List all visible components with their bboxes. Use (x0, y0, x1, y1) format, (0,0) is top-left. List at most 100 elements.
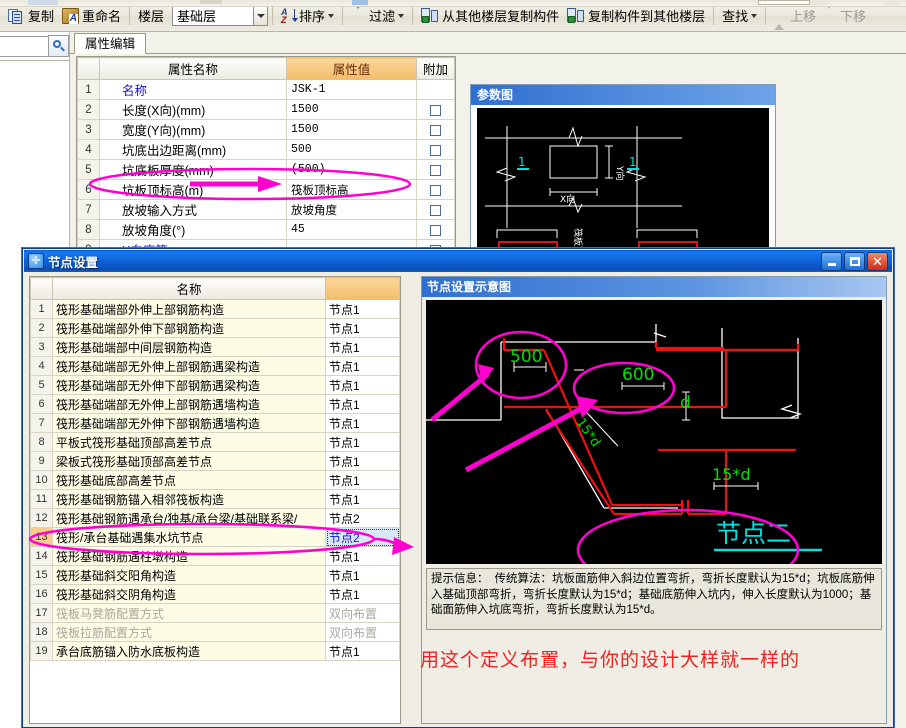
row-property-value[interactable]: 1500 (286, 99, 417, 120)
sort-icon: AZ (281, 7, 299, 24)
filter-chevron-down-icon[interactable] (398, 13, 405, 18)
attach-checkbox[interactable] (430, 144, 441, 156)
row-node-value[interactable]: 节点1 (325, 318, 400, 338)
row-node-value[interactable]: 节点1 (325, 432, 400, 452)
row-property-value[interactable]: 45 (286, 219, 417, 240)
row-index: 1 (30, 299, 53, 319)
row-node-value[interactable]: 节点1 (325, 299, 400, 319)
attach-checkbox[interactable] (430, 104, 441, 116)
row-node-value[interactable]: 节点1 (325, 356, 400, 376)
row-node-name: 筏形/承台基础遇集水坑节点 (52, 527, 326, 547)
row-node-value[interactable]: 节点2 (325, 527, 400, 547)
table-row[interactable]: 4 筏形基础端部无外伸上部钢筋遇梁构造 节点1 (30, 356, 400, 376)
table-row[interactable]: 5 坑底板厚度(mm) (500) (77, 159, 455, 180)
table-row[interactable]: 1 名称 JSK-1 (77, 79, 455, 100)
row-property-value[interactable]: 1500 (286, 119, 417, 140)
find-chevron-down-icon[interactable] (751, 13, 758, 18)
row-node-value[interactable]: 节点1 (325, 546, 400, 566)
row-node-value[interactable]: 节点1 (325, 584, 400, 604)
table-row[interactable]: 14 筏形基础钢筋遇柱墩构造 节点1 (30, 546, 400, 566)
table-row[interactable]: 17 筏板马凳筋配置方式 双向布置 (30, 603, 400, 623)
table-row[interactable]: 12 筏形基础钢筋遇承台/独基/承台梁/基础联系梁/节点2 (30, 508, 400, 528)
table-row[interactable]: 18 筏板拉筋配置方式 双向布置 (30, 622, 400, 642)
table-row[interactable]: 2 长度(X向)(mm) 1500 (77, 99, 455, 120)
row-node-value[interactable]: 节点1 (325, 375, 400, 395)
row-node-value[interactable]: 节点1 (325, 413, 400, 433)
close-icon[interactable]: ✕ (867, 251, 888, 271)
floor-combo[interactable]: 基础层 (172, 5, 269, 26)
attach-checkbox[interactable] (430, 164, 441, 176)
table-row[interactable]: 13 筏形/承台基础遇集水坑节点 节点2 (30, 527, 400, 547)
table-row[interactable]: 7 放坡输入方式 放坡角度 (77, 199, 455, 220)
row-attach-cell[interactable] (416, 159, 455, 180)
row-node-value[interactable]: 节点1 (325, 337, 400, 357)
row-attach-cell[interactable] (416, 199, 455, 220)
table-row[interactable]: 8 放坡角度(°) 45 (77, 219, 455, 240)
row-node-name: 筏板马凳筋配置方式 (52, 603, 326, 623)
row-property-value[interactable]: JSK-1 (286, 79, 417, 100)
toolbar-filter-label: 过滤 (369, 9, 396, 24)
table-row[interactable]: 6 坑板顶标高(m) 筏板顶标高 (77, 179, 455, 200)
attach-checkbox[interactable] (430, 224, 441, 236)
table-row[interactable]: 3 筏形基础端部中间层钢筋构造 节点1 (30, 337, 400, 357)
row-index: 8 (77, 219, 100, 240)
table-row[interactable]: 16 筏形基础斜交阴角构造 节点1 (30, 584, 400, 604)
row-node-value[interactable]: 节点1 (325, 451, 400, 471)
attach-checkbox[interactable] (430, 204, 441, 216)
row-property-value[interactable]: 筏板顶标高 (286, 179, 417, 200)
tab-property-editor[interactable]: 属性编辑 (74, 33, 147, 54)
row-property-value[interactable]: (500) (286, 159, 417, 180)
table-row[interactable]: 9 梁板式筏形基础顶部高差节点 节点1 (30, 451, 400, 471)
table-row[interactable]: 8 平板式筏形基础顶部高差节点 节点1 (30, 432, 400, 452)
search-input[interactable] (0, 35, 48, 57)
table-row[interactable]: 11 筏形基础钢筋锚入相邻筏板构造 节点1 (30, 489, 400, 509)
table-row[interactable]: 7 筏形基础端部无外伸下部钢筋遇墙构造 节点1 (30, 413, 400, 433)
minimize-icon[interactable] (821, 251, 842, 271)
floor-combo-arrow[interactable] (253, 5, 269, 26)
dialog-titlebar[interactable]: ✛ 节点设置 ✕ (24, 250, 892, 272)
node-list-header-value (325, 277, 400, 300)
table-row[interactable]: 10 筏形基础底部高差节点 节点1 (30, 470, 400, 490)
row-attach-cell[interactable] (416, 139, 455, 160)
row-node-value[interactable]: 双向布置 (325, 622, 400, 642)
row-node-value[interactable]: 双向布置 (325, 603, 400, 623)
dialog-title: 节点设置 (48, 255, 99, 270)
row-attach-cell[interactable] (416, 219, 455, 240)
table-row[interactable]: 6 筏形基础端部无外伸上部钢筋遇墙构造 节点1 (30, 394, 400, 414)
row-node-value[interactable]: 节点1 (325, 470, 400, 490)
red-annotation-note: 用这个定义布置，与你的设计大样就一样的 (420, 650, 801, 671)
table-row[interactable]: 2 筏形基础端部外伸下部钢筋构造 节点1 (30, 318, 400, 338)
parameter-diagram-svg: X向 Y向 1 1 筏板顶标 (485, 126, 698, 256)
table-row[interactable]: 3 宽度(Y向)(mm) 1500 (77, 119, 455, 140)
row-attach-cell[interactable] (416, 179, 455, 200)
row-node-value[interactable]: 节点1 (325, 489, 400, 509)
hint-box: 提示信息： 传统算法：坑板面筋伸入斜边位置弯折，弯折长度默认为15*d；坑板底筋… (426, 568, 882, 630)
table-row[interactable]: 19 承台底筋锚入防水底板构造 节点1 (30, 641, 400, 661)
search-button[interactable] (48, 35, 69, 57)
table-row[interactable]: 15 筏形基础斜交阳角构造 节点1 (30, 565, 400, 585)
attach-checkbox[interactable] (430, 124, 441, 136)
row-property-value[interactable]: 500 (286, 139, 417, 160)
row-index: 6 (77, 179, 100, 200)
toolbar-separator-5 (713, 6, 715, 25)
row-node-value[interactable]: 节点1 (325, 565, 400, 585)
table-row[interactable]: 4 坑底出边距离(mm) 500 (77, 139, 455, 160)
row-property-value[interactable]: 放坡角度 (286, 199, 417, 220)
row-index: 2 (77, 99, 100, 120)
row-attach-cell[interactable] (416, 119, 455, 140)
row-node-value[interactable]: 节点1 (325, 394, 400, 414)
row-attach-cell[interactable] (416, 99, 455, 120)
table-row[interactable]: 1 筏形基础端部外伸上部钢筋构造 节点1 (30, 299, 400, 319)
hint-text: 传统算法：坑板面筋伸入斜边位置弯折，弯折长度默认为15*d；坑板底筋伸入基础顶部… (431, 573, 875, 617)
floor-combo-value[interactable]: 基础层 (172, 5, 255, 26)
move-down-icon (824, 2, 837, 24)
sort-chevron-down-icon[interactable] (328, 13, 335, 18)
row-node-value[interactable]: 节点2 (325, 508, 400, 528)
row-node-value[interactable]: 节点1 (325, 641, 400, 661)
row-node-name: 筏板拉筋配置方式 (52, 622, 326, 642)
attach-checkbox[interactable] (430, 184, 441, 196)
toolbar-rename-label: 重命名 (82, 9, 122, 24)
row-attach-cell[interactable] (416, 79, 455, 100)
maximize-icon[interactable] (844, 251, 865, 271)
table-row[interactable]: 5 筏形基础端部无外伸下部钢筋遇梁构造 节点1 (30, 375, 400, 395)
